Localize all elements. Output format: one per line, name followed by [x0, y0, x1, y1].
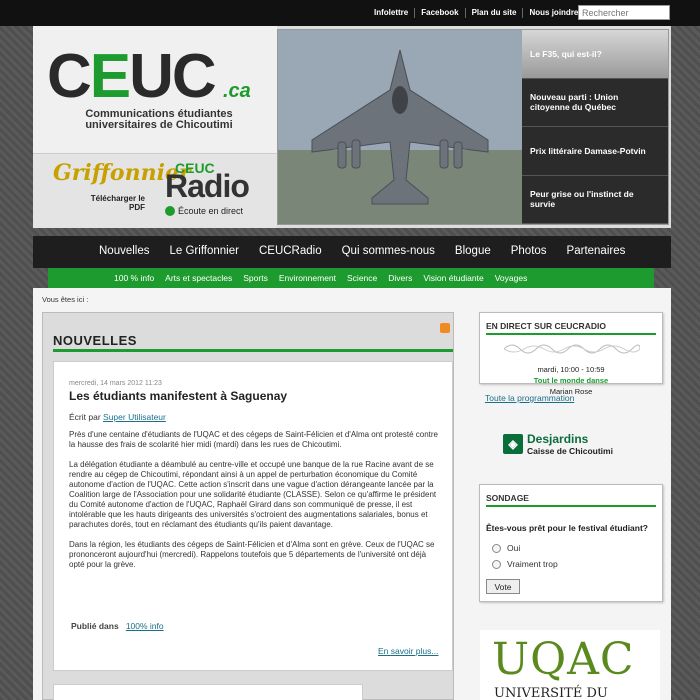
- feature-list: Le F35, qui est-il? Nouveau parti : Unio…: [522, 30, 668, 224]
- top-link-contact[interactable]: Nous joindre: [523, 8, 584, 18]
- radio-button[interactable]: [492, 559, 501, 569]
- poll-rule: [486, 505, 656, 507]
- logo-uc: UC: [129, 42, 217, 111]
- article-paragraph: Dans la région, les étudiants des cégeps…: [69, 540, 435, 569]
- radio-listen: Écoute en direct: [165, 206, 243, 216]
- radio-widget-title: EN DIRECT SUR CEUCRADIO: [486, 321, 606, 331]
- search-input[interactable]: [578, 5, 670, 20]
- feature-image[interactable]: [278, 30, 522, 224]
- radio-promo[interactable]: CEUC Radio Écoute en direct: [165, 160, 265, 224]
- read-more-link[interactable]: En savoir plus...: [378, 646, 438, 656]
- subnav-100-info[interactable]: 100 % info: [114, 273, 154, 283]
- radio-widget: EN DIRECT SUR CEUCRADIO mardi, 10:00 - 1…: [479, 312, 663, 396]
- jet-image: [278, 30, 522, 224]
- nav-ceucradio[interactable]: CEUCRadio: [259, 245, 322, 257]
- logo-e: E: [89, 42, 131, 111]
- article-published: Publié dans 100% info: [71, 621, 164, 631]
- subnav-vision[interactable]: Vision étudiante: [423, 273, 483, 283]
- subnav-science[interactable]: Science: [347, 273, 377, 283]
- category-link[interactable]: 100% info: [126, 621, 164, 631]
- site-header: CEUC .ca Communications étudiantes unive…: [33, 26, 671, 228]
- waveform-icon: [504, 344, 640, 354]
- radio-time: mardi, 10:00 - 10:59: [537, 365, 605, 374]
- poll-option-label: Oui: [507, 543, 521, 553]
- logo-c: C: [47, 42, 92, 111]
- article-paragraph: Près d'une centaine d'étudiants de l'UQA…: [69, 430, 438, 449]
- author-prefix: Écrit par: [69, 412, 101, 422]
- poll-option-label: Vraiment trop: [507, 559, 558, 569]
- poll-title: SONDAGE: [486, 493, 529, 503]
- radio-title: Radio: [165, 168, 250, 204]
- site-logo: CEUC: [47, 46, 217, 108]
- article-author: Écrit par Super Utilisateur: [69, 412, 166, 422]
- article-paragraph: La délégation étudiante a déambulé au ce…: [69, 460, 437, 529]
- nav-griffonnier[interactable]: Le Griffonnier: [170, 245, 239, 257]
- article-title[interactable]: Les étudiants manifestent à Saguenay: [69, 389, 287, 403]
- subnav-environnement[interactable]: Environnement: [279, 273, 336, 283]
- poll-option-oui[interactable]: Oui: [492, 543, 520, 553]
- feature-item[interactable]: Nouveau parti : Union citoyenne du Québe…: [522, 78, 668, 127]
- sponsor-name: Desjardins: [527, 432, 589, 446]
- griffonnier-promo[interactable]: Griffonnier Télécharger le PDF: [49, 158, 191, 222]
- subnav-voyages[interactable]: Voyages: [495, 273, 528, 283]
- feature-item[interactable]: Peur grise ou l'instinct de survie: [522, 175, 668, 224]
- subnav-divers[interactable]: Divers: [388, 273, 412, 283]
- published-label: Publié dans: [71, 621, 119, 631]
- main-nav: Nouvelles Le Griffonnier CEUCRadio Qui s…: [33, 236, 671, 268]
- radio-button[interactable]: [492, 543, 501, 553]
- program-link[interactable]: Toute la programmation: [485, 393, 574, 403]
- top-link-infolettre[interactable]: Infolettre: [368, 8, 416, 18]
- feature-slider: Le F35, qui est-il? Nouveau parti : Unio…: [277, 29, 669, 225]
- radio-listen-label: Écoute en direct: [178, 206, 244, 216]
- poll-widget: SONDAGE Êtes-vous prêt pour le festival …: [479, 484, 663, 602]
- section-heading: NOUVELLES: [53, 333, 137, 348]
- top-bar: Infolettre Facebook Plan du site Nous jo…: [0, 0, 700, 26]
- top-link-sitemap[interactable]: Plan du site: [466, 8, 524, 18]
- sub-nav: 100 % info Arts et spectacles Sports Env…: [48, 268, 654, 288]
- article-body: Près d'une centaine d'étudiants de l'UQA…: [69, 430, 441, 580]
- sponsor-sub: Caisse de Chicoutimi: [527, 446, 613, 456]
- sponsor-desjardins[interactable]: ◈ Desjardins Caisse de Chicoutimi: [503, 432, 643, 458]
- section-rule: [53, 349, 453, 352]
- feature-item[interactable]: Le F35, qui est-il?: [522, 30, 668, 79]
- uqac-ad[interactable]: UQAC UNIVERSITÉ DU QUÉBEC: [480, 630, 660, 700]
- radio-show: Tout le monde danse: [533, 376, 609, 385]
- logo-area[interactable]: CEUC .ca Communications étudiantes unive…: [33, 26, 277, 153]
- radio-widget-rule: [486, 333, 656, 335]
- griffonnier-download: Télécharger le PDF: [90, 194, 145, 212]
- nav-partenaires[interactable]: Partenaires: [567, 245, 626, 257]
- author-link[interactable]: Super Utilisateur: [103, 412, 166, 422]
- desjardins-icon: ◈: [503, 434, 523, 454]
- breadcrumb: Vous êtes ici :: [42, 295, 89, 304]
- uqac-logo: UQAC: [492, 634, 635, 685]
- poll-question: Êtes-vous prêt pour le festival étudiant…: [486, 523, 649, 533]
- nav-blogue[interactable]: Blogue: [455, 245, 491, 257]
- vote-button[interactable]: Vote: [486, 579, 520, 594]
- uqac-subtitle: UNIVERSITÉ DU QUÉBEC: [494, 686, 608, 700]
- promo-area: Griffonnier Télécharger le PDF CEUC Radi…: [33, 153, 277, 228]
- rss-icon[interactable]: [440, 323, 450, 333]
- subnav-sports[interactable]: Sports: [243, 273, 268, 283]
- play-icon: [165, 206, 175, 216]
- nav-nouvelles[interactable]: Nouvelles: [99, 245, 150, 257]
- logo-subtitle: Communications étudiantes universitaires…: [85, 108, 233, 131]
- article-date: mercredi, 14 mars 2012 11:23: [69, 380, 162, 387]
- poll-option-vraiment-trop[interactable]: Vraiment trop: [492, 559, 558, 569]
- nav-photos[interactable]: Photos: [511, 245, 547, 257]
- nav-qui-sommes-nous[interactable]: Qui sommes-nous: [342, 245, 435, 257]
- next-article-card: [53, 684, 363, 700]
- logo-suffix: .ca: [223, 80, 251, 102]
- top-link-facebook[interactable]: Facebook: [415, 8, 466, 18]
- top-links: Infolettre Facebook Plan du site Nous jo…: [368, 8, 584, 18]
- subnav-arts[interactable]: Arts et spectacles: [165, 273, 232, 283]
- feature-item[interactable]: Prix littéraire Damase-Potvin: [522, 127, 668, 176]
